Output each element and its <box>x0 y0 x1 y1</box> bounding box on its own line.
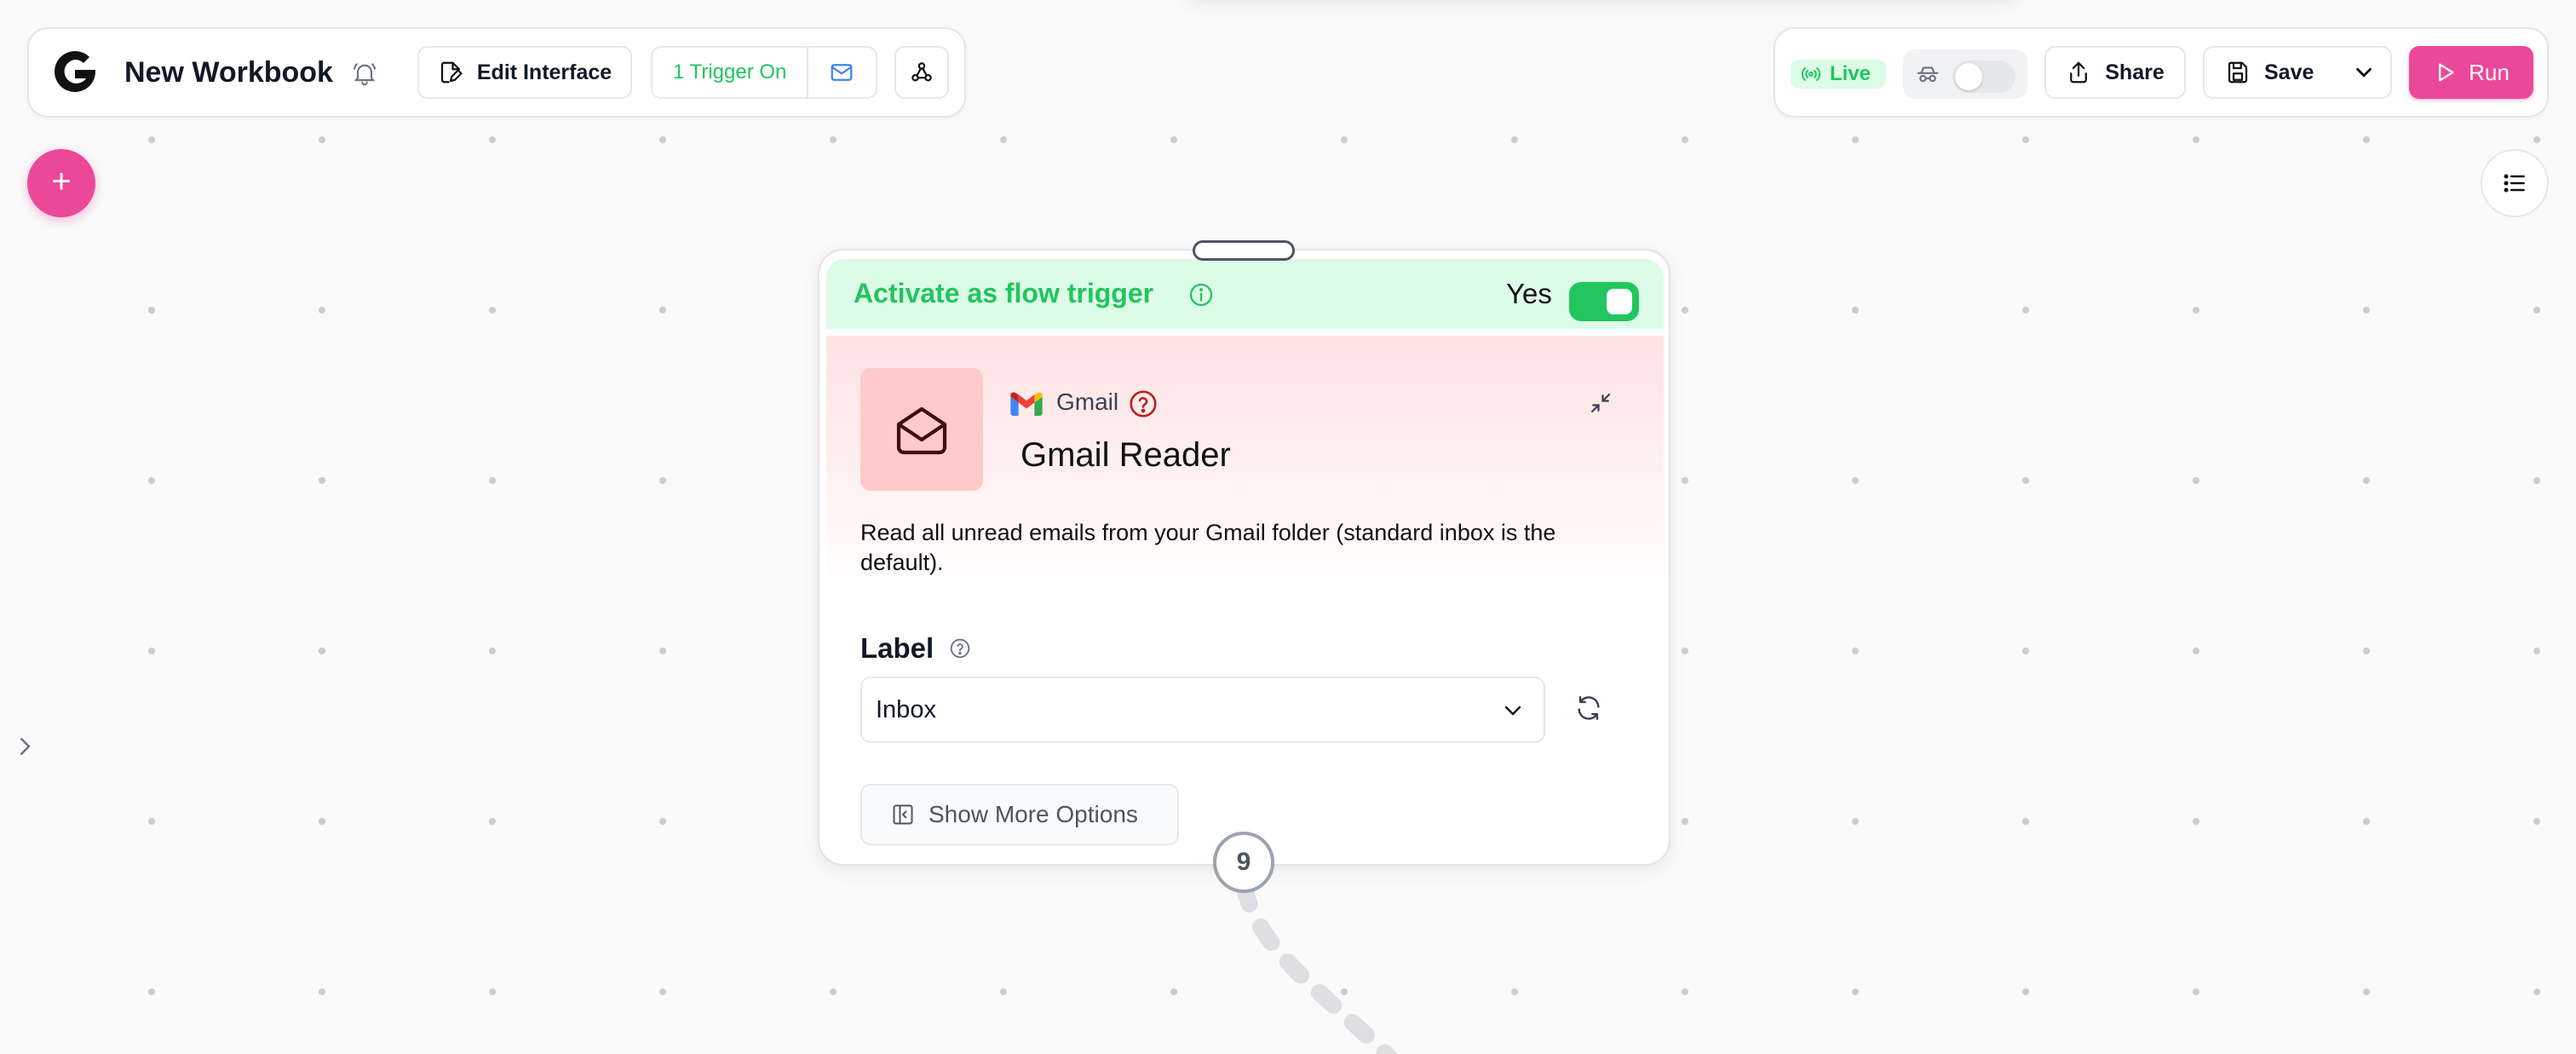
node-description: Read all unread emails from your Gmail f… <box>860 520 1556 575</box>
live-label: Live <box>1830 62 1872 85</box>
save-options-button[interactable] <box>2334 60 2394 85</box>
save-icon <box>2228 61 2248 84</box>
live-badge: Live <box>1791 60 1886 89</box>
add-node-button[interactable]: + <box>27 149 95 217</box>
app-logo-icon[interactable] <box>49 46 101 97</box>
label-field-label: Label <box>860 632 934 664</box>
show-more-options-button[interactable]: Show More Options <box>860 784 1179 845</box>
list-icon <box>2504 174 2525 193</box>
edit-interface-button[interactable]: Edit Interface <box>417 46 632 99</box>
workbook-title[interactable]: New Workbook <box>124 56 333 89</box>
label-help-icon[interactable] <box>949 637 971 659</box>
flow-connector <box>1235 886 1397 1054</box>
top-left-toolbar: New Workbook Edit Interface 1 Trigger On <box>27 27 966 118</box>
mail-trigger-icon[interactable] <box>808 60 875 85</box>
app-name: Gmail <box>1056 389 1119 415</box>
run-button[interactable]: Run <box>2409 46 2533 99</box>
incognito-icon <box>1917 66 1939 83</box>
app-icon-tile <box>860 368 983 491</box>
save-group: Save <box>2203 46 2392 99</box>
trigger-toggle[interactable] <box>1569 282 1639 321</box>
share-button[interactable]: Share <box>2044 46 2186 99</box>
trigger-band: Activate as flow trigger Yes <box>826 259 1664 329</box>
bell-icon[interactable] <box>351 60 378 87</box>
webhook-button[interactable] <box>894 46 949 99</box>
trigger-band-label: Activate as flow trigger <box>854 278 1154 308</box>
broadcast-icon <box>1801 67 1821 81</box>
save-label: Save <box>2264 60 2314 84</box>
save-button[interactable]: Save <box>2205 60 2334 85</box>
collapse-icon[interactable] <box>1588 390 1613 416</box>
play-icon <box>2439 63 2454 82</box>
step-number: 9 <box>1236 848 1251 876</box>
node-title[interactable]: Gmail Reader <box>1021 436 1231 475</box>
top-right-toolbar: Live Share Save Run <box>1774 27 2549 118</box>
info-icon[interactable] <box>1187 281 1215 308</box>
show-more-options-label: Show More Options <box>929 801 1138 827</box>
edit-interface-label: Edit Interface <box>476 60 612 84</box>
label-select[interactable]: Inbox <box>860 677 1545 743</box>
file-edit-icon <box>440 61 463 84</box>
share-icon <box>2070 61 2088 84</box>
chevron-down-icon <box>1504 706 1521 716</box>
mail-open-icon <box>896 406 947 455</box>
node-drag-handle[interactable] <box>1193 240 1295 261</box>
trigger-toggle-text: Yes <box>1506 278 1552 309</box>
trigger-toggle-knob <box>1607 289 1632 314</box>
toggle-knob <box>1955 63 1982 90</box>
gmail-reader-node[interactable]: Activate as flow trigger Yes Gmail Gmail… <box>818 249 1670 866</box>
panel-expand-icon <box>893 804 913 825</box>
trigger-status-label[interactable]: 1 Trigger On <box>653 60 807 84</box>
node-list-button[interactable] <box>2481 149 2549 217</box>
label-select-value: Inbox <box>876 695 936 723</box>
gmail-logo-icon <box>1010 392 1043 416</box>
help-icon[interactable] <box>1128 389 1159 419</box>
expand-panel-chevron-icon[interactable] <box>12 731 37 762</box>
step-number-badge[interactable]: 9 <box>1213 832 1274 893</box>
plus-icon: + <box>51 163 72 200</box>
chevron-down-icon <box>2356 67 2372 78</box>
trigger-status-group: 1 Trigger On <box>651 46 877 99</box>
incognito-toggle[interactable] <box>1903 49 2027 99</box>
share-label: Share <box>2105 60 2165 84</box>
webhook-icon <box>911 62 932 82</box>
toggle-track <box>1952 60 2015 93</box>
run-label: Run <box>2469 59 2510 85</box>
refresh-icon[interactable] <box>1574 694 1603 723</box>
